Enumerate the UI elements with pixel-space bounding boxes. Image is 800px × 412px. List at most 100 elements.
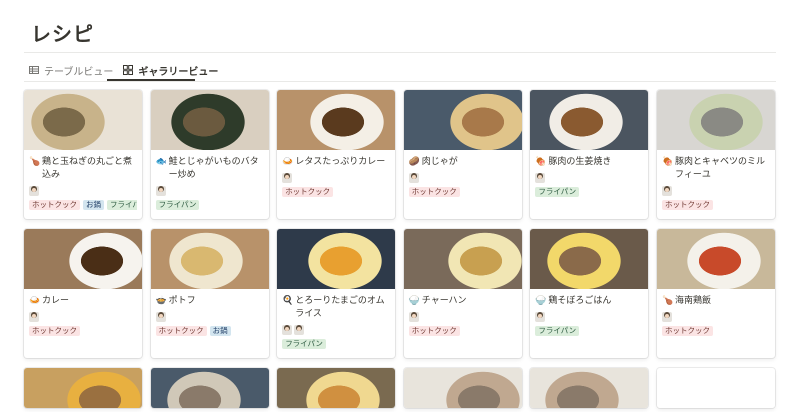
gallery-card[interactable] (530, 368, 649, 408)
tag-list: ホットクック (408, 326, 517, 336)
tag-list: フライパン (282, 339, 390, 349)
recipe-photo (657, 229, 775, 289)
gallery-card[interactable]: 🍛 カレーホットクック (24, 229, 142, 358)
avatar (535, 173, 546, 183)
tag-badge: ホットクック (155, 326, 207, 336)
gallery-card[interactable]: 🐟 鮭とじゃがいものバター炒めフライパン (150, 90, 269, 219)
recipe-photo (150, 90, 269, 150)
recipe-emoji-icon: 🍛 (29, 296, 41, 306)
gallery-card[interactable]: 🍚 チャーハン ホットクック (403, 229, 522, 358)
tag-list: フライパン (535, 326, 643, 336)
recipe-emoji-icon: 🐟 (155, 157, 167, 167)
recipe-emoji-icon: 🍗 (662, 296, 674, 306)
author-avatars (155, 312, 264, 322)
tag-badge: ホットクック (29, 326, 80, 336)
author-avatars (282, 325, 390, 335)
recipe-name: チャーハン (421, 296, 467, 306)
avatar (408, 312, 419, 322)
recipe-name: 鮭とじゃがいものバター炒め (168, 157, 259, 180)
recipe-photo (24, 368, 142, 408)
recipe-photo (403, 368, 522, 408)
recipe-emoji-icon: 🥔 (408, 157, 421, 167)
gallery-card[interactable] (403, 368, 522, 408)
tab-table-view[interactable]: テーブルビュー (29, 61, 113, 79)
avatar (662, 186, 672, 196)
recipe-photo (150, 368, 269, 408)
author-avatars (662, 186, 770, 196)
recipe-emoji-icon: 🍖 (535, 157, 547, 167)
recipe-title: 🍗 海南鶏飯 (662, 295, 770, 308)
recipe-photo (24, 229, 142, 289)
recipe-photo (277, 368, 396, 408)
author-avatars (535, 173, 643, 183)
author-avatars (408, 312, 517, 322)
author-avatars (155, 186, 264, 196)
tag-list: ホットクック お鍋 (155, 326, 264, 336)
gallery-card[interactable]: 🍗鶏と玉ねぎの丸ごと煮込みホットクックお鍋フライパン (24, 90, 142, 219)
gallery-card[interactable] (150, 368, 269, 408)
recipe-name: 海南鶏飯 (675, 296, 712, 306)
recipe-title: 🍚 鶏そぼろごはん (535, 295, 643, 308)
recipe-title: 🍖 豚肉とキャベツのミルフィーユ (662, 156, 770, 182)
recipe-photo (403, 90, 522, 150)
gallery-card[interactable]: 🍚 鶏そぼろごはん フライパン (530, 229, 649, 358)
recipe-name: 鶏そぼろごはん (548, 296, 612, 306)
gallery-card[interactable]: 🍖 豚肉とキャベツのミルフィーユホットクック (657, 90, 775, 219)
avatar (29, 186, 39, 196)
tag-badge: ホットクック (662, 200, 713, 210)
gallery-card[interactable] (277, 368, 396, 408)
title-divider (24, 52, 776, 53)
recipe-name: とろーりたまごのオムライス (295, 296, 385, 319)
avatar (155, 186, 166, 196)
recipe-photo (403, 229, 522, 289)
gallery-card[interactable]: 🍛 レタスたっぷりカレー ホットクック (277, 90, 396, 219)
gallery-card[interactable]: 🍗 海南鶏飯ホットクック (657, 229, 775, 358)
tag-badge: ホットクック (408, 187, 460, 197)
tag-badge: ホットクック (662, 326, 713, 336)
recipe-name: 肉じゃが (421, 157, 458, 167)
author-avatars (535, 312, 643, 322)
tag-badge: ホットクック (29, 200, 80, 210)
recipe-title: 🍛 カレー (29, 295, 137, 308)
tag-list: ホットクック (282, 187, 390, 197)
gallery-card[interactable] (24, 368, 142, 408)
recipe-title: 🍳 とろーりたまごのオムライス (282, 295, 390, 321)
tag-list: ホットクックお鍋フライパン (29, 200, 137, 210)
tag-badge: フライパン (107, 200, 137, 210)
recipe-name: レタスたっぷりカレー (295, 157, 386, 167)
recipe-title: 🍚 チャーハン (409, 295, 517, 308)
recipe-emoji-icon: 🍗 (29, 157, 41, 167)
avatar (282, 173, 293, 183)
author-avatars (662, 312, 770, 322)
recipe-photo (530, 90, 649, 150)
recipe-title: 🍖 豚肉の生姜焼き (535, 156, 643, 169)
recipe-name: ポトフ (168, 296, 196, 306)
avatar (29, 312, 39, 322)
gallery-card[interactable] (657, 368, 775, 408)
gallery-card[interactable]: 🥔 肉じゃがホットクック (403, 90, 522, 219)
avatar (408, 173, 419, 183)
tag-badge: フライパン (282, 339, 326, 349)
tab-label: テーブルビュー (44, 66, 114, 78)
recipe-title: 🥔 肉じゃが (409, 156, 517, 169)
page-title: レシピ (31, 22, 94, 46)
recipe-title: 🍗 鶏と玉ねぎの丸ごと煮込み (29, 156, 137, 182)
tag-list: ホットクック (662, 326, 770, 336)
gallery-card[interactable]: 🍖 豚肉の生姜焼き フライパン (530, 90, 649, 219)
tab-gallery-view[interactable]: ギャラリービュー (123, 61, 218, 79)
tag-list: ホットクック (29, 326, 137, 336)
recipe-title: 🍲 ポトフ (156, 295, 264, 308)
tab-label: ギャラリービュー (138, 66, 219, 78)
tag-badge: フライパン (155, 200, 200, 210)
gallery-card[interactable]: 🍳 とろーりたまごのオムライスフライパン (277, 229, 396, 358)
author-avatars (29, 186, 137, 196)
gallery-card[interactable]: 🍲 ポトフホットクック お鍋 (150, 229, 269, 358)
recipe-photo (150, 229, 269, 289)
table-icon (29, 66, 39, 74)
author-avatars (29, 312, 137, 322)
recipe-name: カレー (42, 296, 70, 306)
tag-list: ホットクック (662, 200, 770, 210)
recipe-photo (530, 368, 649, 408)
recipe-photo (24, 90, 142, 150)
tag-badge: フライパン (535, 326, 580, 336)
